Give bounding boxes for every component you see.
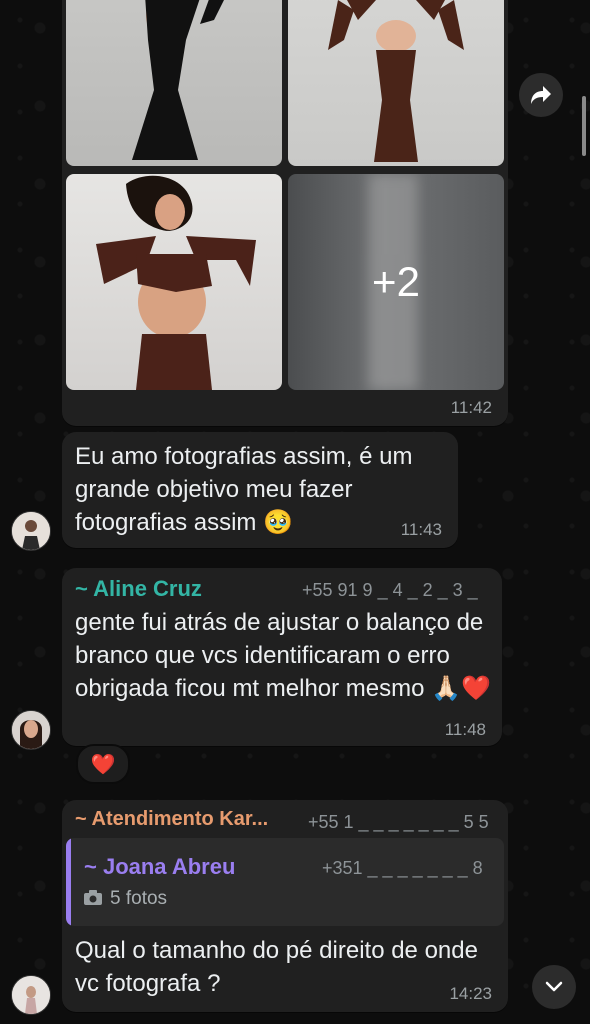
avatar[interactable] [11, 511, 51, 551]
album-photo-3[interactable] [66, 174, 282, 390]
more-photos-count: +2 [372, 258, 420, 305]
quoted-attachment: 5 fotos [110, 888, 168, 909]
message-time: 14:23 [449, 984, 492, 1003]
sender-phone: +55 91 9 _ 4 _ 2 _ 3 _ [302, 580, 478, 600]
scrollbar-thumb[interactable] [582, 96, 586, 156]
avatar[interactable] [11, 975, 51, 1015]
pregnant-woman-black-dress-image [132, 0, 224, 160]
avatar[interactable] [11, 710, 51, 750]
message-time: 11:48 [444, 720, 486, 739]
message-text: gente fui atrás de ajustar o balanço de … [75, 609, 491, 702]
heart-icon: ❤️ [90, 753, 116, 776]
quote-bar [66, 838, 71, 926]
profile-photo [12, 976, 50, 1014]
photo-album-bubble[interactable]: +2 11:42 [62, 0, 508, 426]
camera-icon [84, 890, 102, 910]
quoted-sender: ~ Joana Abreu [84, 854, 236, 879]
pregnant-woman-dancing-image [96, 175, 256, 390]
sender-phone: +55 1 _ _ _ _ _ _ _ 5 5 5 0 [308, 812, 494, 832]
scroll-to-bottom-button[interactable] [532, 965, 576, 1009]
message-bubble[interactable]: ~ Atendimento Kar... +55 1 _ _ _ _ _ _ _… [62, 800, 508, 1012]
quoted-phone: +351 _ _ _ _ _ _ _ 8 [322, 858, 483, 878]
message-text: Qual o tamanho do pé direito de onde vc … [75, 937, 485, 997]
album-photo-4-more[interactable]: +2 [288, 174, 504, 390]
message-bubble[interactable]: Eu amo fotografias assim, é um grande ob… [62, 432, 458, 548]
profile-photo [12, 512, 50, 550]
message-time: 11:43 [400, 520, 442, 539]
reaction-badge[interactable]: ❤️ [76, 744, 130, 784]
album-photo-2[interactable] [288, 0, 504, 166]
sender-name[interactable]: ~ Aline Cruz [75, 576, 202, 602]
album-time: 11:42 [450, 398, 492, 417]
sender-name[interactable]: ~ Atendimento Kar... [75, 808, 268, 831]
profile-photo [12, 711, 50, 749]
quoted-message[interactable]: ~ Joana Abreu +351 _ _ _ _ _ _ _ 8 5 fot… [66, 838, 504, 926]
message-bubble[interactable]: ~ Aline Cruz +55 91 9 _ 4 _ 2 _ 3 _ gent… [62, 568, 502, 746]
chevron-down-icon [545, 981, 563, 992]
forward-arrow-icon [531, 86, 551, 104]
forward-button[interactable] [519, 73, 563, 117]
album-photo-1[interactable] [66, 0, 282, 166]
message-text: Eu amo fotografias assim, é um grande ob… [75, 443, 420, 536]
pregnant-woman-brown-dress-image [328, 0, 464, 162]
